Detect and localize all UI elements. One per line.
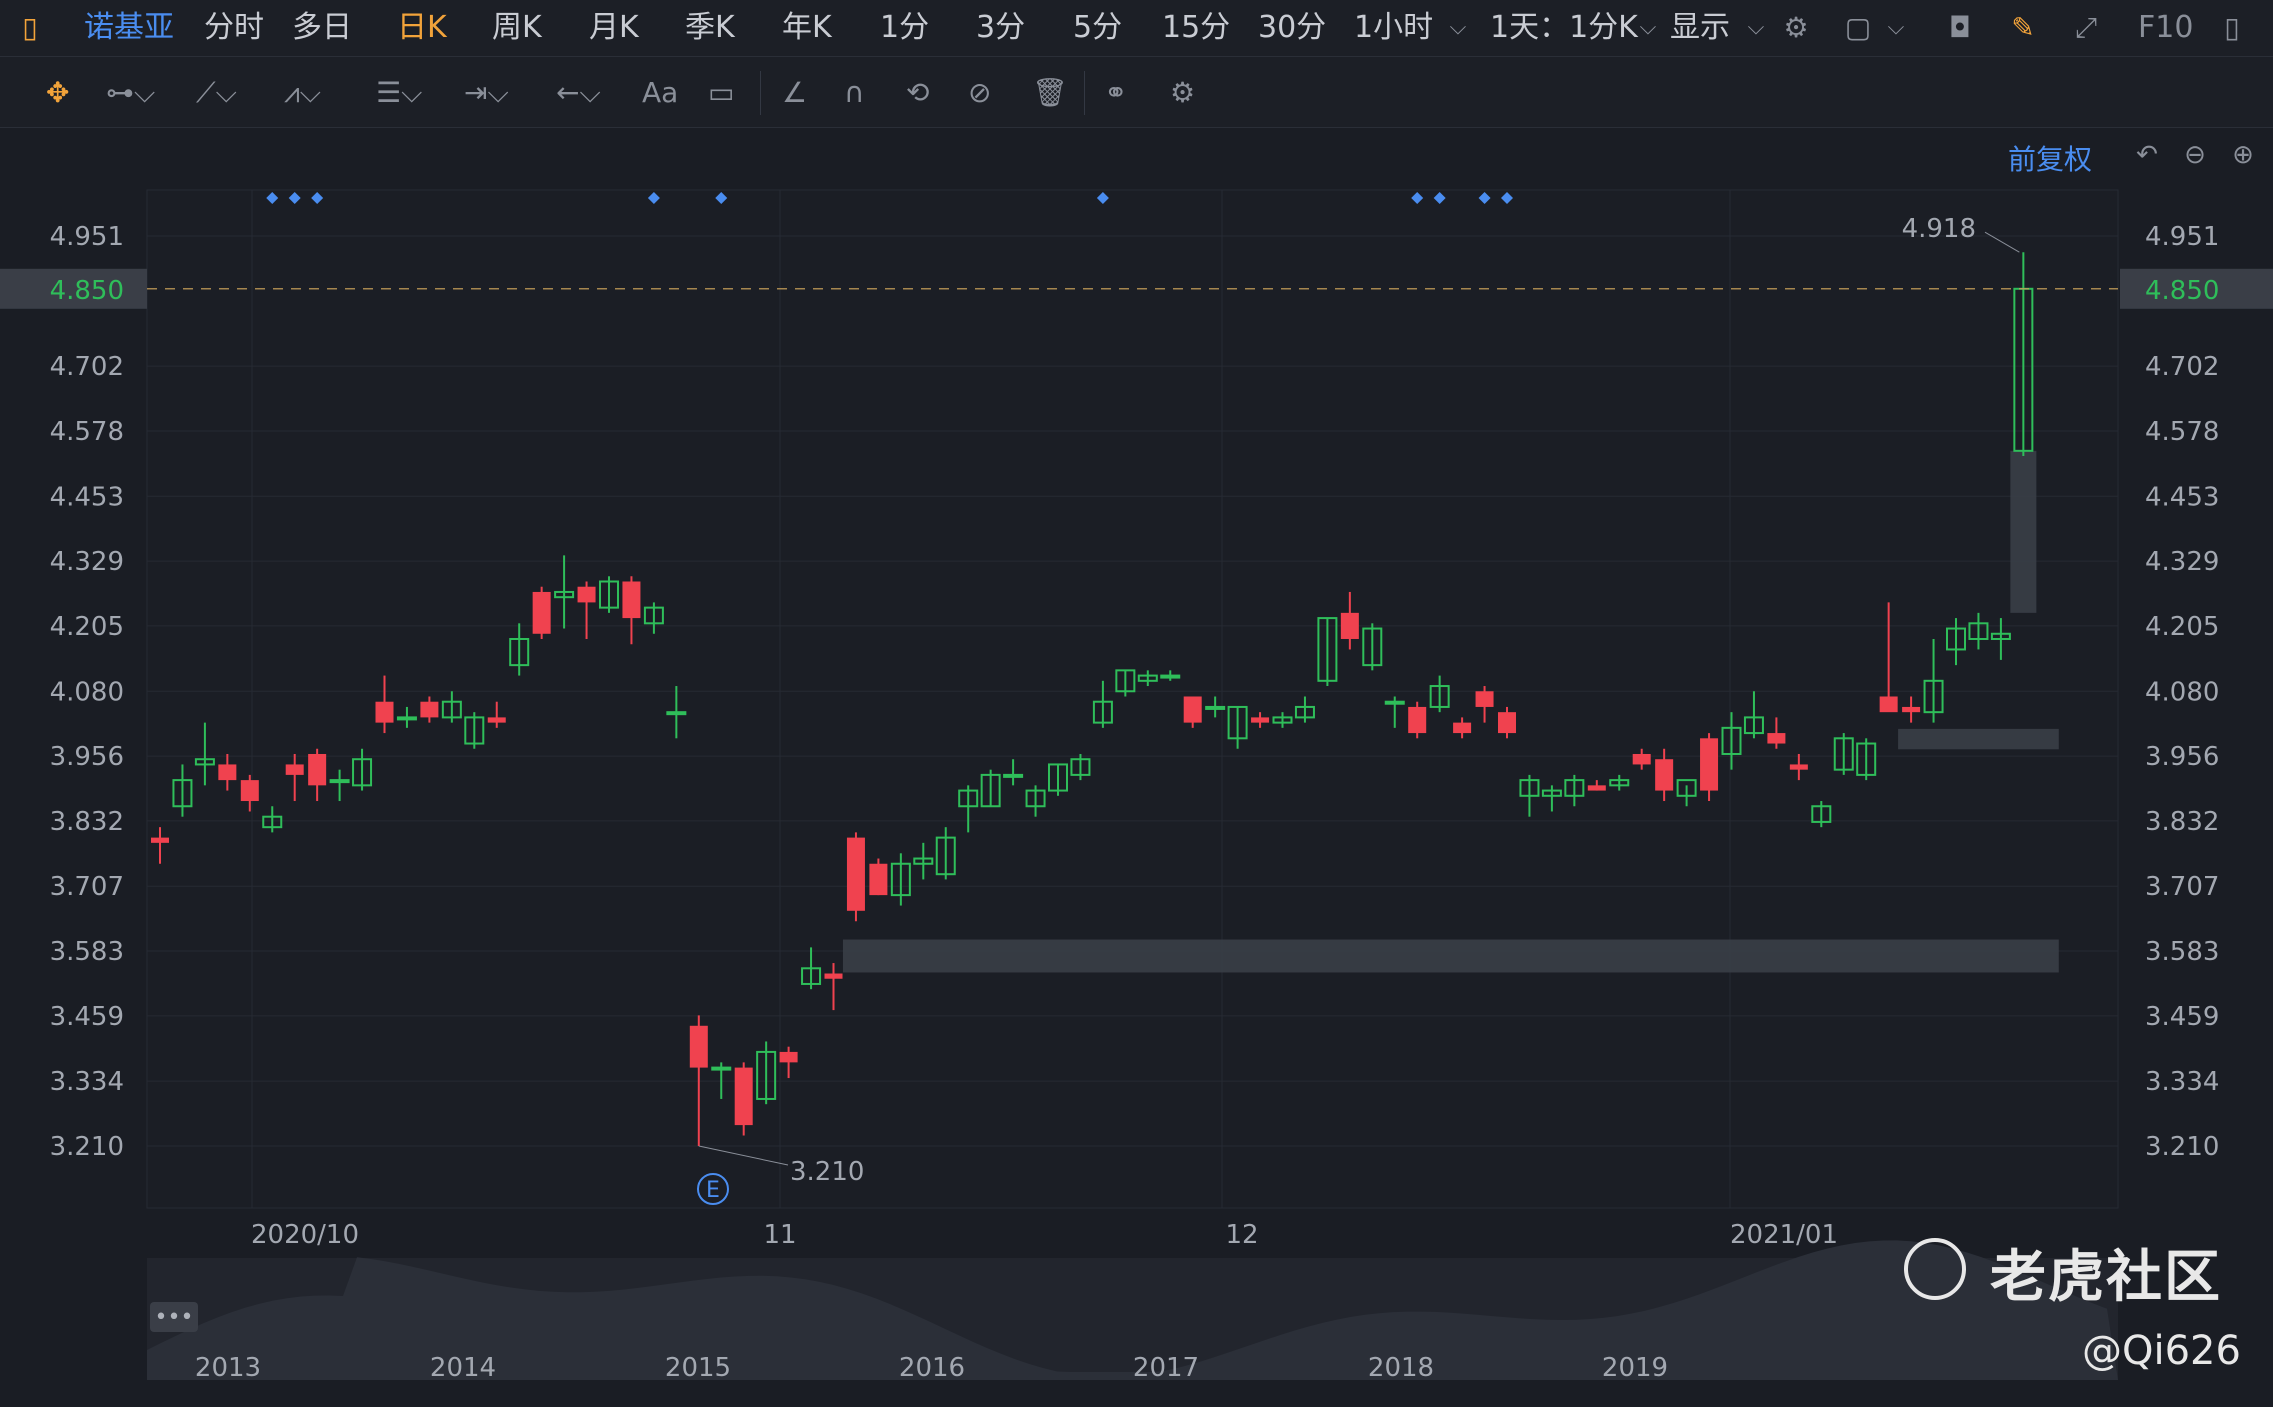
candle-body: [285, 764, 304, 775]
watermark-logo-icon: [1904, 1238, 1966, 1300]
y-axis-label-left: 4.329: [50, 547, 124, 577]
candle-body: [711, 1066, 732, 1071]
candle-body: [1789, 764, 1808, 770]
y-axis-label-right: 4.453: [2145, 482, 2219, 512]
navigator-year-label: 2019: [1602, 1353, 1668, 1383]
y-axis-label-right: 4.702: [2145, 352, 2219, 382]
candlestick-chart[interactable]: 4.951 4.951 4.702 4.702 4.578 4.578 4.453 4.453…: [0, 0, 2273, 1407]
candle-body: [1700, 738, 1719, 791]
x-axis-label: 12: [1225, 1220, 1258, 1250]
y-axis-label-right: 3.583: [2145, 937, 2219, 967]
y-axis-label-left: 3.956: [50, 742, 124, 772]
gap-zone: [1898, 728, 2059, 750]
x-axis-label: 2021/01: [1730, 1220, 1838, 1250]
y-axis-label-right: 4.080: [2145, 677, 2219, 707]
y-axis-label-right: 3.334: [2145, 1067, 2219, 1097]
y-axis-label-left: 3.334: [50, 1067, 124, 1097]
y-axis-label-left: 3.707: [50, 872, 124, 902]
candle-body: [1879, 696, 1898, 713]
candle-body: [329, 779, 350, 784]
gap-zone: [842, 939, 2059, 973]
watermark-site: 老虎社区: [1990, 1245, 2222, 1310]
candle-body: [1251, 717, 1270, 723]
current-price-label-right: 4.850: [2145, 276, 2219, 306]
candle-body: [1902, 706, 1921, 713]
candle-body: [1408, 706, 1427, 734]
candle-body: [1160, 674, 1181, 679]
navigator-year-label: 2016: [899, 1353, 965, 1383]
candle-body: [1384, 700, 1405, 705]
candle-body: [1205, 705, 1226, 710]
y-axis-label-left: 3.583: [50, 937, 124, 967]
current-price-label-left: 4.850: [50, 276, 124, 306]
event-marker-label: E: [706, 1178, 720, 1203]
candle-body: [1340, 612, 1359, 639]
navigator-year-label: 2018: [1368, 1353, 1434, 1383]
navigator-year-label: 2015: [665, 1353, 731, 1383]
candle-body: [1498, 712, 1516, 734]
navigator-year-label: 2014: [430, 1353, 496, 1383]
y-axis-label-left: 4.951: [50, 222, 124, 252]
watermark-user: @Qi626: [2082, 1328, 2241, 1374]
y-axis-label-left: 4.080: [50, 677, 124, 707]
high-price-label: 4.918: [1902, 214, 1976, 244]
navigator-handle-dots: •••: [155, 1305, 194, 1330]
y-axis-label-right: 3.956: [2145, 742, 2219, 772]
candle-body: [1453, 722, 1472, 734]
y-axis-label-left: 4.702: [50, 352, 124, 382]
candle-body: [396, 716, 417, 721]
gap-zone: [2010, 450, 2037, 613]
y-axis-label-right: 3.832: [2145, 807, 2219, 837]
navigator: •••2013 2014 2015 2016 2017 2018 2019: [147, 1240, 2118, 1383]
low-price-label: 3.210: [790, 1157, 864, 1187]
candle-body: [532, 591, 551, 634]
candle-body: [1003, 773, 1024, 778]
candle-body: [218, 764, 237, 781]
y-axis-label-right: 3.707: [2145, 872, 2219, 902]
y-axis-label-left: 4.453: [50, 482, 124, 512]
y-axis-label-left: 4.205: [50, 612, 124, 642]
candle-body: [308, 753, 327, 786]
y-axis-label-left: 3.459: [50, 1002, 124, 1032]
candle-body: [1587, 785, 1606, 791]
candle-body: [577, 586, 596, 603]
y-axis-label-left: 4.578: [50, 417, 124, 447]
chart-grid: [146, 189, 2119, 1209]
candle-body: [487, 717, 506, 723]
y-axis-label-left: 3.832: [50, 807, 124, 837]
candle-body: [779, 1051, 798, 1063]
y-axis-label-right: 4.205: [2145, 612, 2219, 642]
navigator-year-label: 2017: [1133, 1353, 1199, 1383]
candle-body: [622, 581, 641, 619]
candle-body: [1183, 696, 1202, 723]
candle-body: [1767, 733, 1786, 744]
candle-body: [151, 837, 169, 843]
candle-body: [240, 780, 259, 802]
candle-body: [734, 1067, 753, 1126]
candle-body: [1632, 753, 1651, 765]
x-axis-label: 11: [763, 1220, 796, 1250]
candle-body: [689, 1025, 708, 1068]
y-axis-label-right: 3.459: [2145, 1002, 2219, 1032]
y-axis-label-right: 3.210: [2145, 1132, 2219, 1162]
candle-body: [666, 711, 687, 716]
candle-body: [1475, 691, 1494, 707]
candle-body: [869, 863, 888, 896]
candle-body: [420, 701, 439, 718]
y-axis-label-right: 4.578: [2145, 417, 2219, 447]
candle-body: [824, 973, 843, 979]
y-axis-label-right: 4.951: [2145, 222, 2219, 252]
candle-body: [1655, 759, 1674, 791]
candle-body: [375, 701, 394, 723]
plot-area: [146, 189, 2119, 1209]
y-axis-label-right: 4.329: [2145, 547, 2219, 577]
y-axis-label-left: 3.210: [50, 1132, 124, 1162]
navigator-year-label: 2013: [195, 1353, 261, 1383]
candle-body: [846, 837, 865, 911]
x-axis-label: 2020/10: [251, 1220, 359, 1250]
